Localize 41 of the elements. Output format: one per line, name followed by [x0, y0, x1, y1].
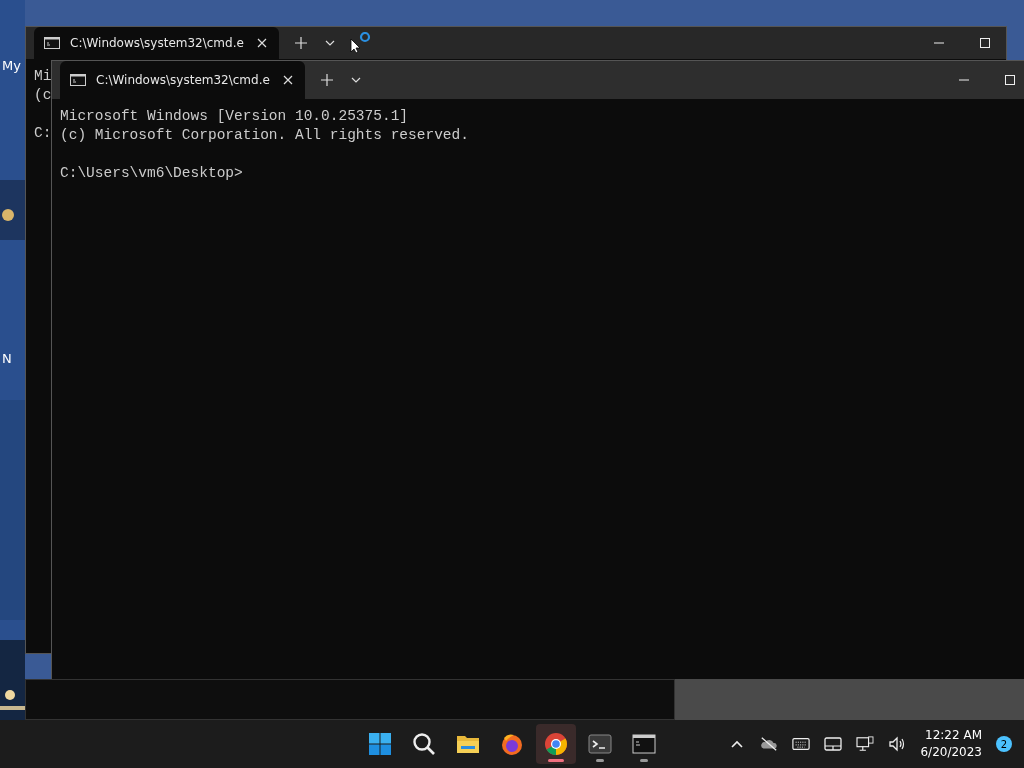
console-line: Microsoft Windows [Version 10.0.25375.1] [60, 107, 409, 126]
console-line: C:\Users\vm6\Desktop> [60, 164, 243, 183]
new-tab-icon[interactable] [321, 74, 333, 86]
console-icon [70, 74, 86, 86]
volume-icon[interactable] [888, 736, 907, 752]
terminal-tab[interactable]: C:\Windows\system32\cmd.e [60, 61, 305, 99]
running-indicator [548, 759, 564, 762]
chrome-taskbar-button[interactable] [536, 724, 576, 764]
console-icon [44, 37, 60, 49]
running-indicator [640, 759, 648, 762]
network-icon[interactable] [856, 736, 875, 752]
touchpad-icon[interactable] [824, 736, 843, 752]
clock-date: 6/20/2023 [920, 744, 982, 761]
cloud-off-icon[interactable] [760, 736, 779, 752]
dropdown-icon[interactable] [325, 40, 335, 46]
desktop-icon-label[interactable]: N [2, 351, 12, 366]
clock-time: 12:22 AM [925, 727, 982, 744]
close-icon[interactable] [257, 38, 267, 48]
console-line: C: [34, 124, 52, 143]
running-indicator [596, 759, 604, 762]
console-line: (c) Microsoft Corporation. All rights reserved. [60, 126, 469, 145]
console-line: Mi [34, 67, 52, 86]
console-line: (c [34, 86, 52, 105]
search-icon [412, 732, 436, 756]
new-tab-icon[interactable] [295, 37, 307, 49]
clock[interactable]: 12:22 AM 6/20/2023 [920, 727, 982, 761]
console-icon [632, 732, 656, 756]
keyboard-icon[interactable] [792, 736, 811, 752]
close-icon[interactable] [283, 75, 293, 85]
windows-logo-icon [368, 732, 392, 756]
desktop-icon-label[interactable]: My [2, 58, 21, 73]
tab-title: C:\Windows\system32\cmd.e [70, 36, 245, 50]
terminal-icon [588, 732, 612, 756]
fox-globe-icon [500, 732, 524, 756]
maximize-icon[interactable] [1005, 75, 1015, 85]
maximize-icon[interactable] [980, 38, 990, 48]
terminal-tab[interactable]: C:\Windows\system32\cmd.e [34, 27, 279, 59]
browser-icon [544, 732, 568, 756]
dropdown-icon[interactable] [351, 77, 361, 83]
notification-badge[interactable]: 2 [996, 736, 1012, 752]
tab-title: C:\Windows\system32\cmd.e [96, 73, 271, 87]
